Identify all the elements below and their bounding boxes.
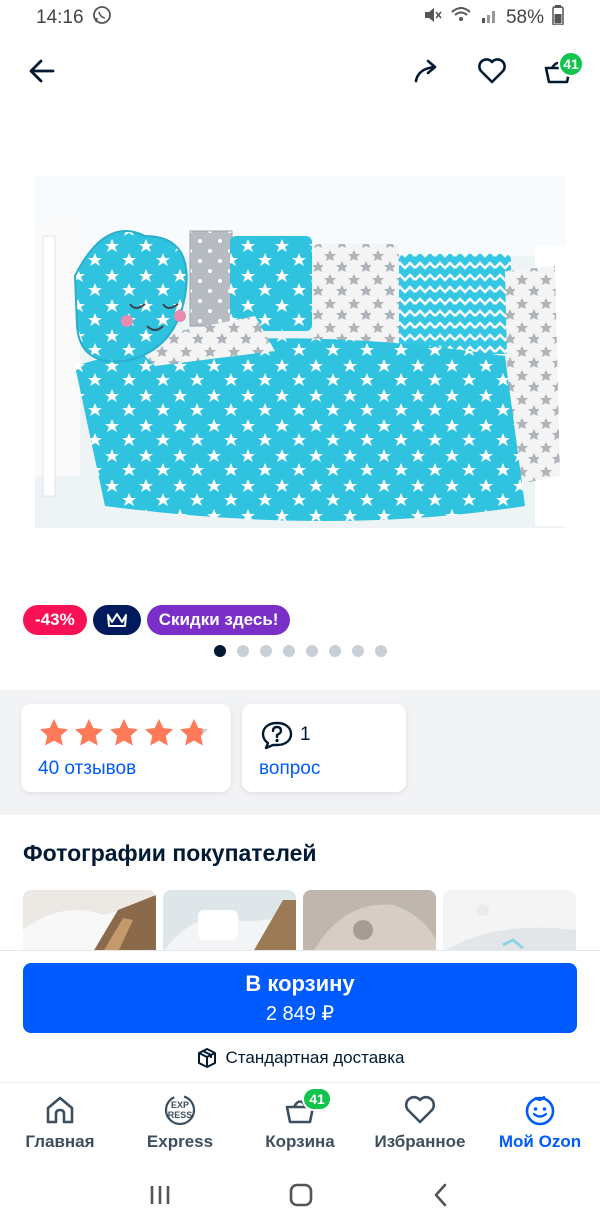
signal-icon <box>480 6 498 30</box>
carousel-dot[interactable] <box>236 645 249 657</box>
add-to-cart-label: В корзину <box>245 970 355 996</box>
chevron-left-icon <box>434 1183 447 1206</box>
carousel-dot[interactable] <box>282 645 295 657</box>
heart-icon <box>478 58 506 84</box>
nav-item-express[interactable]: EXP RESS Express <box>120 1083 240 1163</box>
profile-icon <box>525 1095 555 1125</box>
carousel-dots <box>0 645 600 657</box>
star-icon <box>40 719 68 746</box>
nav-item-cart[interactable]: 41 Корзина <box>240 1083 360 1163</box>
heart-icon <box>404 1095 436 1123</box>
carousel-dot[interactable] <box>213 645 226 657</box>
favorite-button[interactable] <box>470 49 514 93</box>
wifi-icon <box>450 5 472 31</box>
product-image[interactable] <box>35 176 565 528</box>
express-icon-top: EXP <box>171 1100 189 1110</box>
crown-icon <box>106 613 127 627</box>
recent-apps-button[interactable] <box>147 1183 173 1212</box>
top-bar: 41 <box>0 40 600 102</box>
price: 2 849 ₽ <box>265 1002 335 1025</box>
add-to-cart-panel: В корзину 2 849 ₽ Стандартная доставка <box>0 950 600 1080</box>
box-icon <box>197 1048 216 1068</box>
express-icon-bottom: RESS <box>168 1110 193 1120</box>
customer-photo[interactable] <box>443 890 576 952</box>
carousel-dot[interactable] <box>351 645 364 657</box>
system-back-button[interactable] <box>429 1181 453 1214</box>
bottom-navigation: Главная EXP RESS Express 41 Корзина Избр… <box>0 1082 600 1162</box>
star-icon <box>110 719 138 746</box>
rating-stars <box>38 717 210 749</box>
nav-item-my-ozon[interactable]: Мой Ozon <box>480 1083 600 1163</box>
cart-button[interactable]: 41 <box>536 49 584 93</box>
reviews-card[interactable]: 40 отзывов <box>21 704 231 792</box>
status-bar: 14:16 58% <box>0 0 600 36</box>
rating-section: 40 отзывов 1 вопрос <box>0 690 600 815</box>
cart-nav-badge: 41 <box>302 1086 332 1111</box>
customer-photo[interactable] <box>163 890 296 952</box>
back-button[interactable] <box>20 49 64 93</box>
delivery-label: Стандартная доставка <box>225 1048 405 1067</box>
add-to-cart-button[interactable]: В корзину 2 849 ₽ <box>23 963 577 1033</box>
whatsapp-icon <box>92 5 112 31</box>
nav-label: Корзина <box>265 1131 335 1151</box>
home-icon <box>46 1096 74 1123</box>
sale-badge[interactable]: Скидки здесь! <box>146 605 291 635</box>
cart-count-badge: 41 <box>558 51 584 77</box>
question-icon <box>261 721 293 750</box>
status-time: 14:16 <box>36 7 84 28</box>
customer-photo[interactable] <box>303 890 436 952</box>
nav-label: Главная <box>25 1131 95 1151</box>
nav-label: Express <box>146 1131 214 1151</box>
mute-icon <box>422 5 442 31</box>
express-icon: EXP RESS <box>164 1094 196 1125</box>
premium-badge <box>92 605 141 635</box>
home-system-button[interactable] <box>287 1181 315 1214</box>
customer-photo[interactable] <box>23 890 156 952</box>
carousel-dot[interactable] <box>374 645 387 657</box>
discount-badge: -43% <box>23 605 87 635</box>
carousel-dot[interactable] <box>259 645 272 657</box>
share-icon <box>414 59 437 83</box>
nav-item-favorites[interactable]: Избранное <box>360 1083 480 1163</box>
nav-label: Мой Ozon <box>498 1131 582 1151</box>
customer-photos-strip <box>23 890 576 952</box>
delivery-info[interactable]: Стандартная доставка <box>0 1047 600 1069</box>
reviews-link[interactable]: 40 отзывов <box>38 758 136 780</box>
star-icon <box>145 719 173 746</box>
carousel-dot[interactable] <box>305 645 318 657</box>
recent-apps-icon <box>150 1185 170 1204</box>
nav-label: Избранное <box>374 1131 466 1151</box>
arrow-left-icon <box>29 59 55 83</box>
questions-count: 1 <box>300 724 311 745</box>
home-square-icon <box>289 1183 313 1206</box>
carousel-dot[interactable] <box>328 645 341 657</box>
star-icon <box>75 719 103 746</box>
battery-level: 58% <box>505 7 544 28</box>
star-icon <box>180 719 208 746</box>
promo-badges: -43% Скидки здесь! <box>23 605 291 635</box>
battery-icon <box>552 5 564 31</box>
customer-photos-title: Фотографии покупателей <box>23 840 317 866</box>
system-navigation-bar <box>0 1162 600 1232</box>
questions-card[interactable]: 1 вопрос <box>242 704 406 792</box>
questions-link[interactable]: вопрос <box>259 758 320 780</box>
share-button[interactable] <box>404 49 448 93</box>
nav-item-home[interactable]: Главная <box>0 1083 120 1163</box>
